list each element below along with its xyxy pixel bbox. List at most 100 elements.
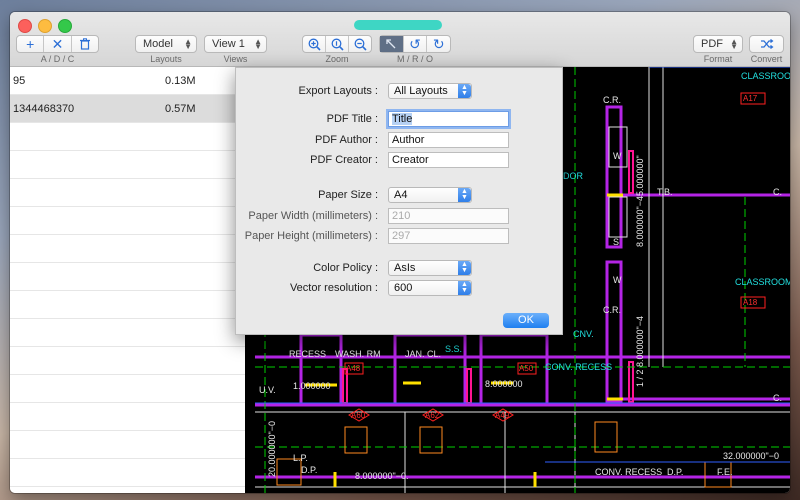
vector-resolution-value: 600 [394, 282, 413, 294]
file-list[interactable]: 95 0.13M 1344468370 0.57M [10, 67, 245, 493]
empty-row [10, 347, 245, 375]
chevron-updown-icon: ▲ ▼ [458, 281, 471, 295]
drawing-label: JAN. CL. [405, 349, 441, 359]
shuffle-icon[interactable] [750, 36, 783, 52]
close-window-button[interactable] [18, 19, 32, 33]
move-icon[interactable] [380, 36, 404, 52]
layouts-label: Layouts [150, 54, 182, 64]
drawing-label: S [613, 237, 619, 247]
chevron-updown-icon: ▲ ▼ [458, 261, 471, 275]
empty-row [10, 207, 245, 235]
file-name: 1344468370 [13, 103, 75, 115]
drawing-label: F.E. [717, 467, 733, 477]
pdf-author-value: Author [392, 134, 425, 146]
empty-row [10, 291, 245, 319]
empty-row [10, 459, 245, 487]
pdf-export-options-sheet: Export Layouts : All Layouts ▲ ▼ PDF Titl… [235, 67, 563, 335]
views-value: View 1 [212, 38, 245, 50]
empty-row [10, 235, 245, 263]
convert-group [749, 35, 784, 53]
drawing-label: CLASSROOM [735, 277, 790, 287]
pdf-creator-label: PDF Creator : [310, 154, 378, 166]
pdf-creator-value: Creator [392, 154, 429, 166]
empty-row [10, 431, 245, 459]
zoom-out-icon[interactable] [349, 36, 371, 52]
drawing-label: 8.000000"−0. [355, 471, 409, 481]
pdf-creator-input[interactable]: Creator [388, 152, 509, 168]
color-policy-select[interactable]: AsIs ▲ ▼ [388, 260, 472, 276]
drawing-label: C. [773, 393, 782, 403]
rotate-left-icon[interactable]: ↺ [404, 36, 428, 52]
pdf-title-input[interactable]: Title [388, 111, 509, 127]
ok-button[interactable]: OK [503, 313, 549, 328]
drawing-label: L.P. [293, 453, 308, 463]
drawing-label: T.B. [657, 187, 673, 197]
drawing-label: 8.000000 [485, 379, 523, 389]
drawing-label: 8.000000"−45.000000" [635, 155, 645, 247]
remove-icon[interactable]: ✕ [44, 36, 72, 52]
vector-resolution-label: Vector resolution : [289, 282, 378, 294]
paper-height-value: 297 [392, 230, 411, 242]
drawing-label: A62 [425, 411, 440, 420]
layouts-value: Model [143, 38, 173, 50]
drawing-label: 1 / 2 8.000000"−4 [635, 316, 645, 387]
file-actions-group: + ✕ [16, 35, 99, 53]
drawing-label: RECESS [289, 349, 326, 359]
drawing-label: S.S. [445, 344, 462, 354]
pdf-title-value: Title [392, 113, 413, 125]
minimize-window-button[interactable] [38, 19, 52, 33]
empty-row [10, 179, 245, 207]
chevron-updown-icon: ▲ ▼ [254, 37, 262, 51]
layouts-popup[interactable]: Model ▲ ▼ [135, 35, 197, 53]
mro-group: ↺ ↻ [379, 35, 451, 53]
paper-width-input[interactable]: 210 [388, 208, 509, 224]
paper-height-label: Paper Height (millimeters) : [244, 230, 378, 242]
drawing-label: DOR [563, 171, 584, 181]
empty-row [10, 151, 245, 179]
chevron-updown-icon: ▲ ▼ [730, 37, 738, 51]
trash-icon[interactable] [72, 36, 98, 52]
drawing-label: W [613, 151, 622, 161]
zoom-window-button[interactable] [58, 19, 72, 33]
paper-size-value: A4 [394, 189, 408, 201]
drawing-label: CONV. RECESS [595, 467, 662, 477]
export-layouts-label: Export Layouts : [298, 85, 379, 97]
chevron-updown-icon: ▲ ▼ [458, 188, 471, 202]
drawing-label: U.V. [259, 385, 276, 395]
format-label: Format [703, 54, 733, 64]
zoom-in-icon[interactable] [303, 36, 326, 52]
drawing-label: W [613, 275, 622, 285]
views-label: Views [223, 54, 248, 64]
empty-row [10, 123, 245, 151]
file-size: 0.13M [165, 75, 196, 87]
file-name: 95 [13, 75, 26, 87]
file-actions-label: A / D / C [40, 54, 75, 64]
title-indicator [354, 20, 442, 30]
rotate-right-icon[interactable]: ↻ [427, 36, 450, 52]
drawing-label: WASH. RM [335, 349, 381, 359]
empty-row [10, 263, 245, 291]
views-popup[interactable]: View 1 ▲ ▼ [204, 35, 267, 53]
drawing-label: A48 [346, 364, 361, 373]
vector-resolution-select[interactable]: 600 ▲ ▼ [388, 280, 472, 296]
format-popup[interactable]: PDF ▲ ▼ [693, 35, 743, 53]
add-icon[interactable]: + [17, 36, 45, 52]
empty-row [10, 319, 245, 347]
paper-size-select[interactable]: A4 ▲ ▼ [388, 187, 472, 203]
paper-width-value: 210 [392, 210, 411, 222]
drawing-label: C.R. [603, 95, 621, 105]
pdf-title-label: PDF Title : [326, 113, 378, 125]
pdf-author-input[interactable]: Author [388, 132, 509, 148]
app-window: + ✕ A / D / C Model ▲ ▼ Layouts View 1 ▲ ▼… [10, 12, 790, 493]
drawing-label: CONV. RECESS [545, 362, 612, 372]
drawing-label: C. [773, 187, 782, 197]
file-row[interactable]: 1344468370 0.57M [10, 95, 245, 123]
paper-height-input[interactable]: 297 [388, 228, 509, 244]
empty-row [10, 403, 245, 431]
file-size: 0.57M [165, 103, 196, 115]
file-row[interactable]: 95 0.13M [10, 67, 245, 95]
drawing-label: 32.000000"−0 [723, 451, 779, 461]
toolbar: + ✕ A / D / C Model ▲ ▼ Layouts View 1 ▲ ▼… [10, 12, 790, 67]
zoom-fit-icon[interactable] [326, 36, 349, 52]
export-layouts-select[interactable]: All Layouts ▲ ▼ [388, 83, 472, 99]
